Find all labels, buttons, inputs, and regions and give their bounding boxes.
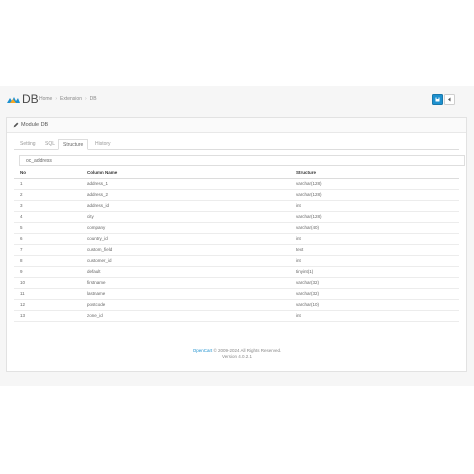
table-search-input[interactable]: [19, 155, 465, 166]
breadcrumb: Home › Extension › DB: [39, 96, 97, 103]
module-panel: Module DB Setting SQL Structure History …: [6, 117, 467, 372]
row-column-name: custom_field: [87, 247, 113, 252]
table-row: 9 default tinyint(1): [14, 267, 459, 278]
table-row: 6 country_id int: [14, 234, 459, 245]
back-button[interactable]: [444, 94, 455, 105]
table-row: 13 zone_id int: [14, 311, 459, 322]
tab-structure[interactable]: Structure: [58, 139, 89, 150]
row-column-name: address_id: [87, 203, 110, 208]
row-number: 12: [20, 302, 26, 307]
table-header-row: No Column Name Structure: [14, 168, 459, 179]
breadcrumb-current[interactable]: DB: [90, 96, 97, 103]
table-row: 7 custom_field text: [14, 245, 459, 256]
row-structure: varchar(128): [296, 214, 322, 219]
save-button[interactable]: [432, 94, 443, 105]
structure-table: No Column Name Structure 1 address_1 varch…: [14, 168, 459, 322]
row-number: 2: [20, 192, 23, 197]
row-structure: int: [296, 258, 301, 263]
row-number: 8: [20, 258, 23, 263]
row-column-name: firstname: [87, 280, 106, 285]
row-number: 1: [20, 181, 23, 186]
footer-version: Version 4.0.2.1: [221, 354, 253, 359]
row-number: 5: [20, 225, 23, 230]
row-number: 6: [20, 236, 23, 241]
table-row: 4 city varchar(128): [14, 212, 459, 223]
row-number: 7: [20, 247, 23, 252]
panel-title: Module DB: [21, 122, 49, 128]
row-structure: varchar(40): [296, 225, 320, 230]
row-column-name: postcode: [87, 302, 106, 307]
page-footer: OpenCart © 2009-2024 All Rights Reserved…: [0, 348, 474, 360]
table-row: 5 company varchar(40): [14, 223, 459, 234]
breadcrumb-separator: ›: [55, 96, 58, 102]
tab-sql[interactable]: SQL: [41, 139, 59, 150]
row-structure: tinyint(1): [296, 269, 314, 274]
row-structure: varchar(128): [296, 181, 322, 186]
row-column-name: country_id: [87, 236, 108, 241]
save-icon: [435, 97, 440, 102]
row-number: 4: [20, 214, 23, 219]
table-row: 8 customer_id int: [14, 256, 459, 267]
row-structure: varchar(32): [296, 280, 320, 285]
panel-heading: Module DB: [7, 118, 466, 133]
page-header: DB Home › Extension › DB: [0, 86, 474, 116]
opencart-logo-icon: [7, 97, 20, 103]
breadcrumb-home[interactable]: Home: [39, 96, 52, 103]
row-structure: varchar(32): [296, 291, 320, 296]
row-structure: int: [296, 203, 301, 208]
row-number: 9: [20, 269, 23, 274]
header-no: No: [20, 170, 26, 175]
row-number: 3: [20, 203, 23, 208]
breadcrumb-extension[interactable]: Extension: [60, 96, 82, 103]
header-structure: Structure: [296, 170, 317, 175]
row-column-name: address_2: [87, 192, 109, 197]
row-structure: varchar(128): [296, 192, 322, 197]
row-structure: text: [296, 247, 304, 252]
table-row: 1 address_1 varchar(128): [14, 179, 459, 190]
page-title: DB: [22, 92, 39, 106]
pencil-icon: [13, 122, 19, 128]
row-number: 10: [20, 280, 26, 285]
row-structure: int: [296, 236, 301, 241]
row-column-name: city: [87, 214, 94, 219]
row-column-name: customer_id: [87, 258, 112, 263]
breadcrumb-separator: ›: [84, 96, 87, 102]
back-icon: [448, 97, 451, 102]
row-column-name: lastname: [87, 291, 106, 296]
table-row: 10 firstname varchar(32): [14, 278, 459, 289]
row-column-name: company: [87, 225, 106, 230]
tab-setting[interactable]: Setting: [16, 139, 40, 150]
table-row: 12 postcode varchar(10): [14, 300, 459, 311]
table-row: 11 lastname varchar(32): [14, 289, 459, 300]
row-column-name: zone_id: [87, 313, 103, 318]
row-column-name: address_1: [87, 181, 109, 186]
footer-copyright: © 2009-2024 All Rights Reserved.: [212, 348, 282, 353]
row-number: 13: [20, 313, 26, 318]
admin-page: DB Home › Extension › DB Module DB Setti…: [0, 86, 474, 386]
row-column-name: default: [87, 269, 101, 274]
tab-history[interactable]: History: [91, 139, 115, 150]
header-column-name: Column Name: [87, 170, 118, 175]
row-structure: int: [296, 313, 301, 318]
row-structure: varchar(10): [296, 302, 320, 307]
row-number: 11: [20, 291, 25, 296]
footer-brand-link[interactable]: OpenCart: [193, 348, 213, 353]
table-row: 3 address_id int: [14, 201, 459, 212]
table-row: 2 address_2 varchar(128): [14, 190, 459, 201]
tab-bar: Setting SQL Structure History: [14, 139, 459, 150]
